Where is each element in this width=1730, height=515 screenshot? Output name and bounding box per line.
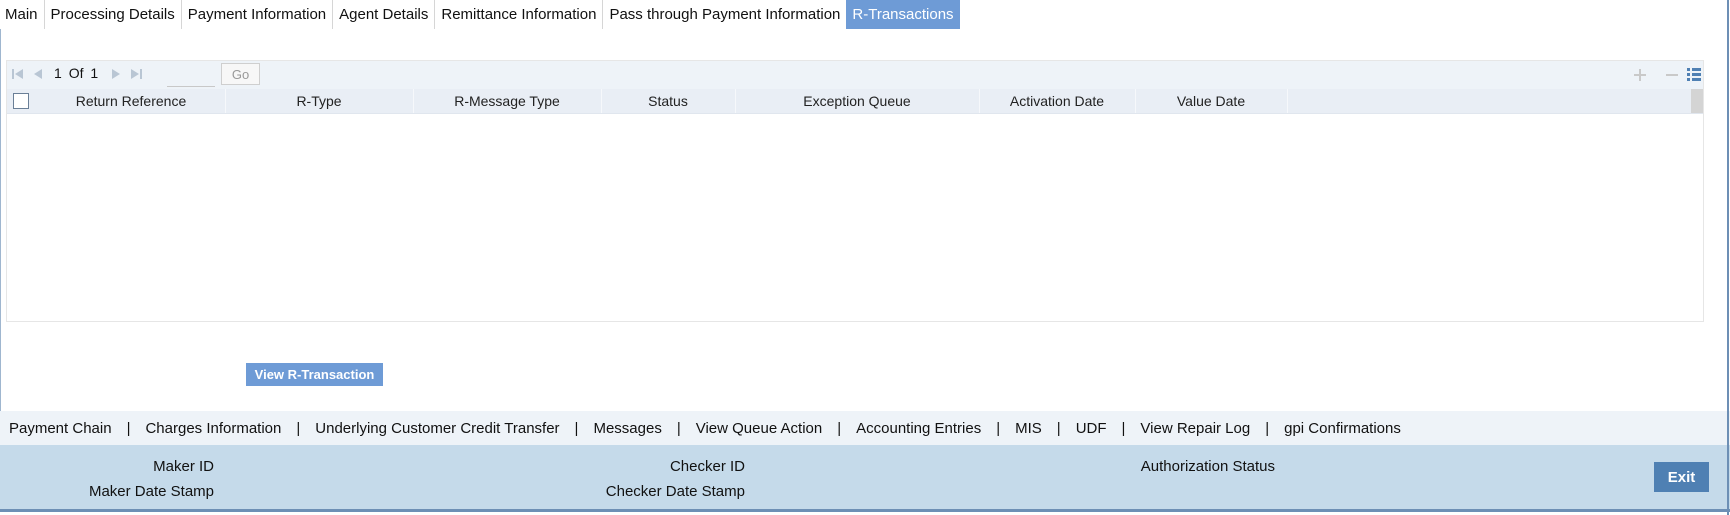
- maker-id-label: Maker ID: [153, 458, 214, 475]
- link-charges-information[interactable]: Charges Information: [145, 420, 281, 437]
- next-page-icon[interactable]: [109, 67, 123, 81]
- authorization-status-label: Authorization Status: [1140, 458, 1275, 475]
- link-separator: |: [676, 419, 681, 437]
- link-view-queue-action[interactable]: View Queue Action: [696, 420, 822, 437]
- page-indicator: 1 Of 1: [54, 65, 101, 81]
- delete-row-icon[interactable]: [1665, 68, 1679, 82]
- tab-payment-information[interactable]: Payment Information: [182, 0, 334, 29]
- link-messages[interactable]: Messages: [593, 420, 661, 437]
- link-separator: |: [996, 419, 1001, 437]
- single-view-icon[interactable]: [1686, 67, 1702, 83]
- link-gpi-confirmations[interactable]: gpi Confirmations: [1284, 420, 1401, 437]
- tab-bar: Main Processing Details Payment Informat…: [0, 0, 960, 29]
- exit-button[interactable]: Exit: [1654, 462, 1709, 492]
- column-header-r-type[interactable]: R-Type: [225, 89, 414, 113]
- grid-header-row: Return Reference R-Type R-Message Type S…: [7, 89, 1703, 114]
- tab-remittance-information[interactable]: Remittance Information: [435, 0, 604, 29]
- link-separator: |: [1265, 419, 1270, 437]
- column-header-exception-queue[interactable]: Exception Queue: [735, 89, 980, 113]
- page-of-label: Of: [68, 65, 84, 81]
- grid-toolbar: 1 Of 1 Go: [7, 61, 1703, 89]
- column-header-value-date[interactable]: Value Date: [1135, 89, 1288, 113]
- current-page: 1: [54, 65, 62, 81]
- last-page-icon[interactable]: [129, 67, 143, 81]
- link-separator: |: [1056, 419, 1061, 437]
- add-row-icon[interactable]: [1633, 68, 1647, 82]
- go-button[interactable]: Go: [221, 63, 260, 85]
- window-right-border: [1727, 0, 1729, 515]
- checker-id-label: Checker ID: [669, 458, 745, 475]
- footer-link-bar: Payment Chain | Charges Information | Un…: [0, 411, 1730, 445]
- first-page-icon[interactable]: [11, 67, 25, 81]
- window-bottom-border: [0, 509, 1730, 512]
- tab-processing-details[interactable]: Processing Details: [45, 0, 182, 29]
- tab-agent-details[interactable]: Agent Details: [333, 0, 436, 29]
- column-header-return-reference[interactable]: Return Reference: [37, 89, 226, 113]
- link-separator: |: [574, 419, 579, 437]
- column-header-status[interactable]: Status: [601, 89, 736, 113]
- tab-pass-through-payment-information[interactable]: Pass through Payment Information: [603, 0, 846, 29]
- link-separator: |: [296, 419, 301, 437]
- view-r-transaction-button[interactable]: View R-Transaction: [246, 363, 383, 386]
- page-number-input[interactable]: [167, 64, 215, 87]
- checker-date-stamp-label: Checker Date Stamp: [605, 483, 745, 500]
- link-separator: |: [1121, 419, 1126, 437]
- audit-footer: Maker ID Maker Date Stamp Checker ID Che…: [0, 445, 1730, 509]
- maker-date-stamp-label: Maker Date Stamp: [88, 483, 214, 500]
- grid-vertical-scrollbar[interactable]: [1691, 89, 1703, 113]
- link-accounting-entries[interactable]: Accounting Entries: [856, 420, 981, 437]
- select-all-checkbox[interactable]: [13, 93, 29, 109]
- link-separator: |: [837, 419, 842, 437]
- link-separator: |: [126, 419, 131, 437]
- link-udf[interactable]: UDF: [1076, 420, 1107, 437]
- link-mis[interactable]: MIS: [1015, 420, 1042, 437]
- tab-r-transactions[interactable]: R-Transactions: [846, 0, 960, 29]
- total-pages: 1: [90, 65, 99, 81]
- column-header-activation-date[interactable]: Activation Date: [979, 89, 1136, 113]
- link-underlying-customer-credit-transfer[interactable]: Underlying Customer Credit Transfer: [315, 420, 559, 437]
- previous-page-icon[interactable]: [31, 67, 45, 81]
- link-view-repair-log[interactable]: View Repair Log: [1140, 420, 1250, 437]
- r-transactions-grid: 1 Of 1 Go Return Reference R-Type R-Mess…: [6, 60, 1704, 322]
- column-header-r-message-type[interactable]: R-Message Type: [413, 89, 602, 113]
- link-payment-chain[interactable]: Payment Chain: [9, 420, 112, 437]
- tab-main[interactable]: Main: [0, 0, 45, 29]
